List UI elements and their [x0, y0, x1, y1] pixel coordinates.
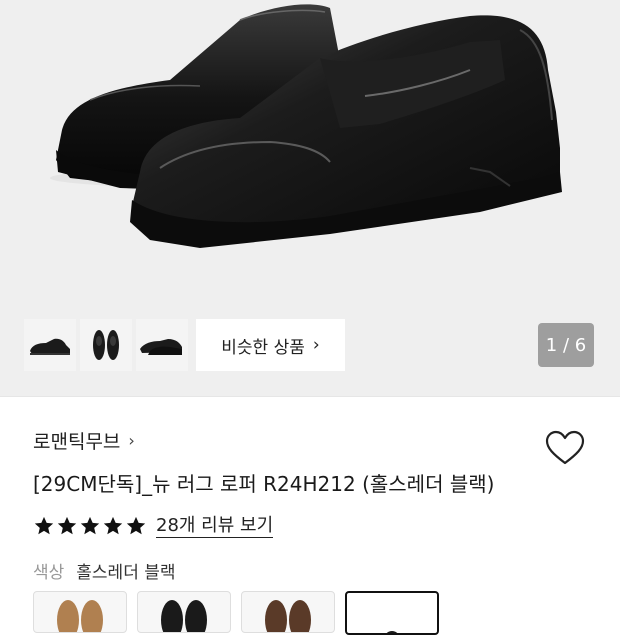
brand-link[interactable]: 로맨틱무브 ›: [33, 427, 135, 454]
brand-name: 로맨틱무브: [33, 431, 121, 453]
thumbnail-side-view[interactable]: [24, 319, 76, 371]
star-icon: [34, 516, 54, 535]
heart-icon[interactable]: [543, 428, 587, 468]
product-main-image[interactable]: [0, 0, 620, 300]
color-label: 색상: [33, 563, 65, 583]
chevron-right-icon: ›: [128, 431, 135, 450]
product-image-gallery[interactable]: 비슷한 상품 › 1 / 6: [0, 0, 620, 396]
swatch-selected[interactable]: [345, 591, 439, 635]
review-link[interactable]: 28개 리뷰 보기: [156, 515, 274, 538]
similar-products-label: 비슷한 상품: [221, 337, 305, 358]
swatch-brown[interactable]: [241, 591, 335, 633]
image-counter: 1 / 6: [538, 323, 594, 367]
star-icon: [103, 516, 123, 535]
chevron-right-icon: ›: [312, 335, 320, 355]
thumbnail-three-quarter-view[interactable]: [136, 319, 188, 371]
color-value: 홀스레더 블랙: [76, 563, 176, 583]
section-divider: [0, 396, 620, 397]
color-swatches: [33, 591, 439, 635]
star-rating: [33, 515, 147, 537]
product-title: [29CM단독]_뉴 러그 로퍼 R24H212 (홀스레더 블랙): [33, 472, 495, 496]
swatch-black[interactable]: [137, 591, 231, 633]
star-icon: [80, 516, 100, 535]
similar-products-button[interactable]: 비슷한 상품 ›: [196, 319, 345, 371]
color-row: 색상 홀스레더 블랙: [33, 558, 176, 583]
star-icon: [126, 516, 146, 535]
front-shoe: [130, 15, 562, 248]
swatch-tan[interactable]: [33, 591, 127, 633]
thumbnail-front-view[interactable]: [80, 319, 132, 371]
star-icon: [57, 516, 77, 535]
thumbnail-strip: 비슷한 상품 ›: [24, 319, 345, 371]
rating-row: 28개 리뷰 보기: [33, 513, 274, 539]
